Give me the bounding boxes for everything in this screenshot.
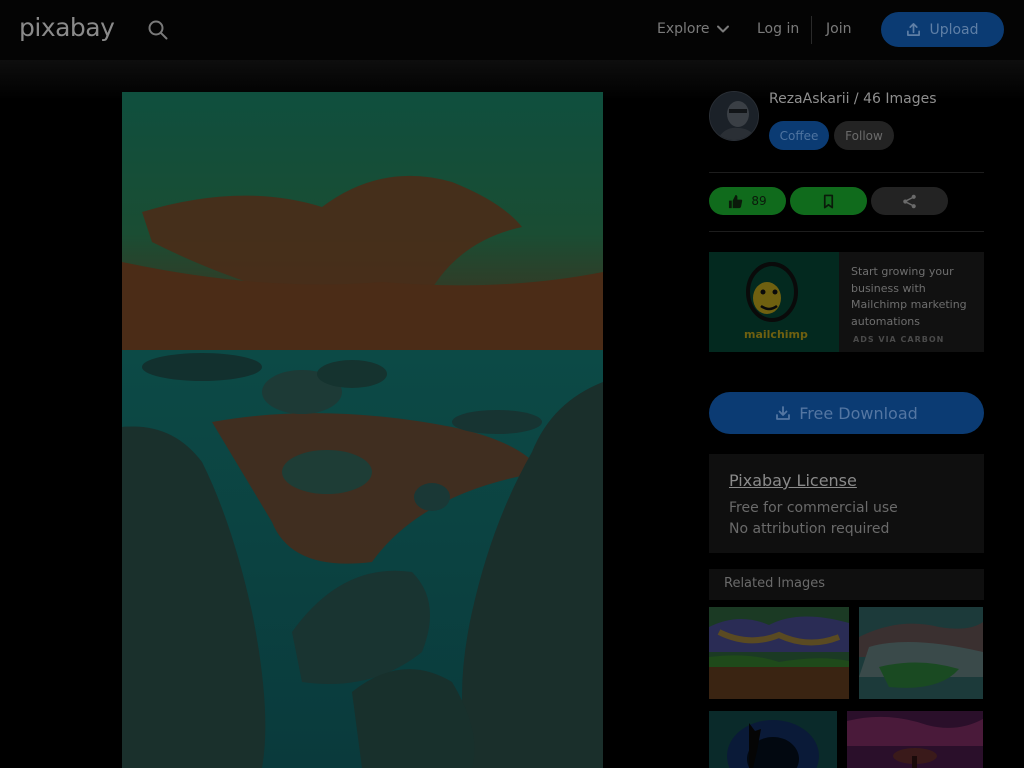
login-link[interactable]: Log in <box>757 21 799 37</box>
license-line-commercial: Free for commercial use <box>729 500 898 516</box>
chevron-down-icon <box>716 25 729 33</box>
upload-label: Upload <box>929 21 979 38</box>
related-image-thumbnail[interactable] <box>847 711 983 768</box>
top-navigation-bar: pixabay Explore Log in Join Upload <box>0 0 1024 60</box>
pixabay-logo[interactable]: pixabay <box>19 13 115 42</box>
join-link[interactable]: Join <box>826 21 851 37</box>
author-name-and-count[interactable]: RezaAskarii / 46 Images <box>769 91 937 107</box>
follow-button[interactable]: Follow <box>834 121 894 150</box>
divider <box>709 172 984 173</box>
thumbs-up-icon <box>729 194 743 208</box>
carbon-ad[interactable]: mailchimp Start growing your business wi… <box>709 252 984 352</box>
related-image-thumbnail[interactable] <box>709 711 837 768</box>
nav-divider <box>811 16 812 44</box>
coffee-button[interactable]: Coffee <box>769 121 829 150</box>
upload-icon <box>907 23 921 36</box>
explore-label: Explore <box>657 21 710 37</box>
related-images-title: Related Images <box>724 576 825 591</box>
bookmark-icon <box>823 194 834 208</box>
free-download-button[interactable]: Free Download <box>709 392 984 434</box>
explore-menu[interactable]: Explore <box>657 21 730 37</box>
license-title-link[interactable]: Pixabay License <box>729 471 857 490</box>
main-photo[interactable] <box>122 92 603 768</box>
upload-button[interactable]: Upload <box>881 12 1004 47</box>
ads-via-carbon[interactable]: ADS VIA CARBON <box>853 335 944 344</box>
divider <box>709 231 984 232</box>
like-count: 89 <box>751 194 767 208</box>
like-button[interactable]: 89 <box>709 187 786 215</box>
download-label: Free Download <box>799 403 918 423</box>
ad-text[interactable]: Start growing your business with Mailchi… <box>851 264 976 330</box>
license-panel: Pixabay License Free for commercial use … <box>709 454 984 553</box>
related-images-header: Related Images <box>709 569 984 600</box>
ad-brand-wordmark: mailchimp <box>744 328 808 341</box>
author-avatar[interactable] <box>709 91 759 141</box>
related-image-thumbnail[interactable] <box>859 607 983 699</box>
search-icon[interactable] <box>148 20 168 40</box>
download-icon <box>776 406 791 420</box>
bookmark-button[interactable] <box>790 187 867 215</box>
license-line-attribution: No attribution required <box>729 521 890 537</box>
share-button[interactable] <box>871 187 948 215</box>
related-image-thumbnail[interactable] <box>709 607 849 699</box>
mailchimp-ad-image[interactable]: mailchimp <box>709 252 839 352</box>
share-icon <box>903 194 916 208</box>
